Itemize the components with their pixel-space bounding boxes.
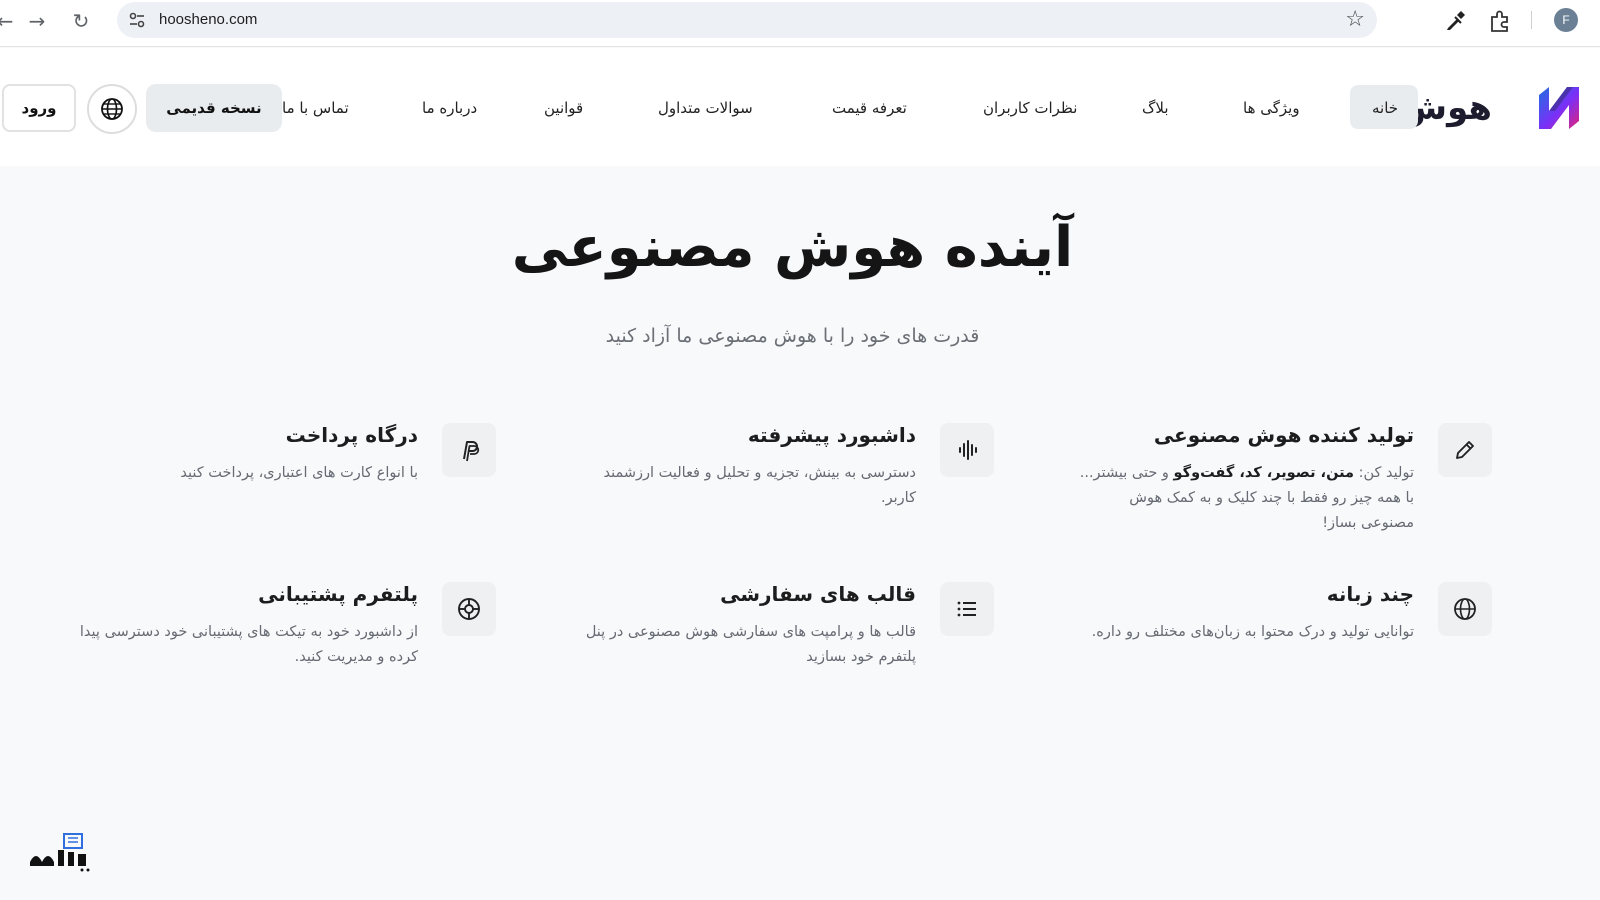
- language-button[interactable]: [87, 84, 137, 134]
- feature-title: قالب های سفارشی: [720, 582, 916, 606]
- nav-blog[interactable]: بلاگ: [1142, 85, 1169, 131]
- feature-dashboard: داشبورد پیشرفته دسترسی به بینش، تجزیه و …: [554, 423, 994, 563]
- feature-title: چند زبانه: [1326, 582, 1414, 606]
- nav-faq[interactable]: سوالات متداول: [658, 85, 753, 131]
- feature-description: دسترسی به بینش، تجزیه و تحلیل و فعالیت ا…: [603, 465, 916, 506]
- globe-icon: [101, 98, 123, 120]
- feature-payment: درگاه پرداخت با انواع کارت های اعتباری، …: [56, 423, 496, 563]
- feature-title: پلتفرم پشتیبانی: [258, 582, 418, 606]
- url-text[interactable]: hoosheno.com: [159, 11, 257, 28]
- nav-reviews[interactable]: نظرات کاربران: [983, 85, 1077, 131]
- back-icon[interactable]: ←: [0, 8, 18, 34]
- feature-icon-box: [1438, 423, 1492, 477]
- old-version-button[interactable]: نسخه قدیمی: [146, 84, 282, 132]
- reload-icon[interactable]: ↻: [68, 8, 94, 34]
- nav-rules[interactable]: قوانین: [544, 85, 583, 131]
- login-button[interactable]: ورود: [2, 84, 76, 132]
- feature-icon-box: [442, 423, 496, 477]
- feature-description: از داشبورد خود به تیکت های پشتیبانی خود …: [79, 624, 418, 665]
- site-header: هوش نو خانه ویژگی ها بلاگ نظرات کاربران …: [0, 48, 1600, 166]
- profile-avatar[interactable]: F: [1554, 8, 1578, 32]
- feature-icon-box: [940, 423, 994, 477]
- extensions-icon[interactable]: [1487, 8, 1513, 34]
- feature-title: داشبورد پیشرفته: [747, 423, 916, 447]
- logo-mark-icon[interactable]: [1535, 81, 1583, 133]
- feature-title: تولید کننده هوش مصنوعی: [1153, 423, 1414, 447]
- feature-support: پلتفرم پشتیبانی از داشبورد خود به تیکت ه…: [56, 582, 496, 722]
- nav-home[interactable]: خانه: [1372, 85, 1398, 131]
- waveform-icon: [959, 440, 977, 460]
- watermark-logo: [30, 833, 90, 872]
- list-icon: [957, 601, 976, 617]
- toolbar-separator: [1531, 11, 1532, 29]
- nav-pricing[interactable]: تعرفه قیمت: [832, 85, 907, 131]
- pencil-icon: [1456, 441, 1474, 459]
- feature-templates: قالب های سفارشی قالب ها و پرامپت های سفا…: [554, 582, 994, 722]
- site-settings-icon[interactable]: [127, 10, 147, 30]
- feature-description: تولید کن: متن، تصویر، کد، گفت‌وگو و حتی …: [1079, 465, 1414, 531]
- browser-toolbar: ← → ↻ hoosheno.com ☆ F: [0, 0, 1600, 47]
- nav-about[interactable]: درباره ما: [422, 85, 477, 131]
- bookmark-star-icon[interactable]: ☆: [1345, 8, 1365, 32]
- feature-description: قالب ها و پرامپت های سفارشی هوش مصنوعی د…: [585, 624, 916, 665]
- feature-ai-generator: تولید کننده هوش مصنوعی تولید کن: متن، تص…: [1052, 423, 1492, 563]
- globe-icon: [1454, 598, 1476, 620]
- forward-icon[interactable]: →: [24, 8, 50, 34]
- eyedropper-icon[interactable]: [1442, 8, 1468, 34]
- feature-multilingual: چند زبانه توانایی تولید و درک محتوا به ز…: [1052, 582, 1492, 722]
- paypal-icon: [463, 441, 480, 462]
- feature-description: با انواع کارت های اعتباری، پرداخت کنید: [180, 465, 418, 481]
- nav-contact[interactable]: تماس با ما: [282, 85, 349, 131]
- feature-description: توانایی تولید و درک محتوا به زبان‌های مخ…: [1091, 624, 1414, 640]
- feature-icon-box: [1438, 582, 1492, 636]
- lifebuoy-icon: [458, 598, 480, 620]
- nav-features[interactable]: ویژگی ها: [1243, 85, 1300, 131]
- hero-subtitle: قدرت های خود را با هوش مصنوعی ما آزاد کن…: [605, 325, 980, 347]
- address-bar[interactable]: hoosheno.com ☆: [117, 2, 1377, 38]
- hero-title: آینده هوش مصنوعی: [511, 215, 1074, 280]
- feature-icon-box: [940, 582, 994, 636]
- feature-icon-box: [442, 582, 496, 636]
- feature-title: درگاه پرداخت: [285, 423, 418, 447]
